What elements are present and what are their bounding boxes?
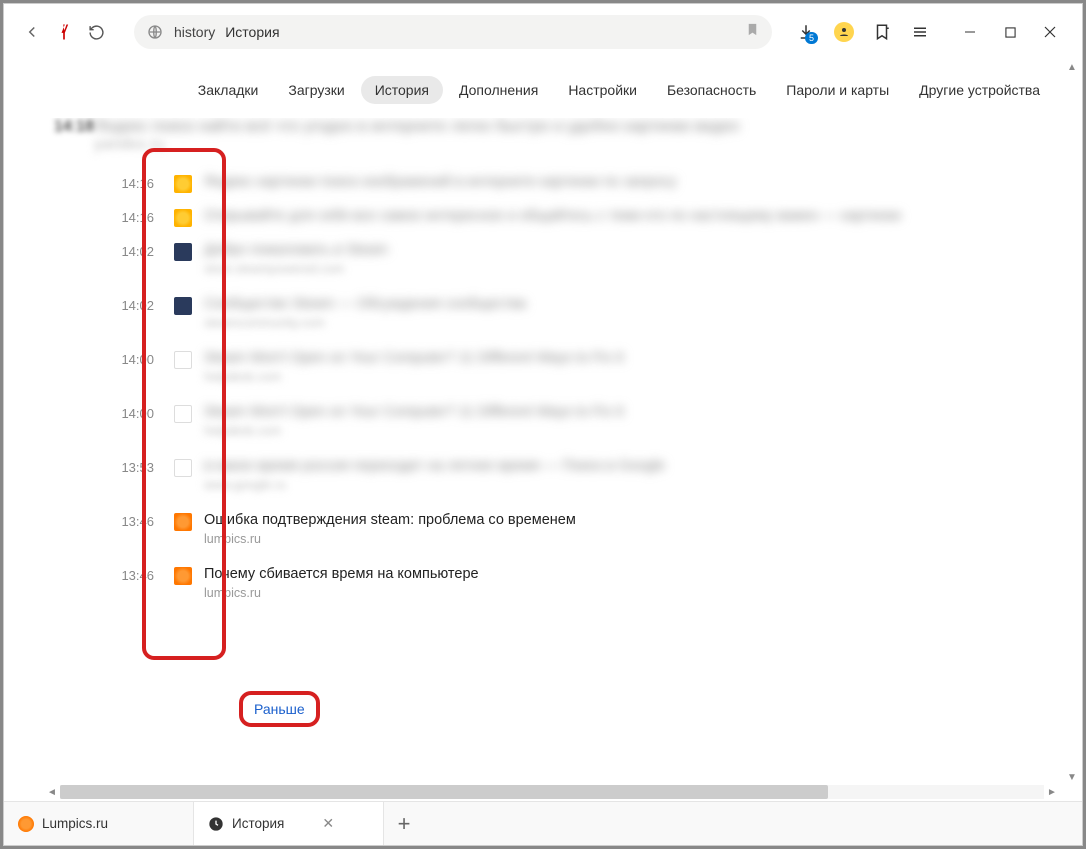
history-title[interactable]: Добро пожаловать в Steam [204,242,1082,258]
browser-tab[interactable]: Lumpics.ru [4,802,194,845]
reload-button[interactable] [80,16,112,48]
downloads-button[interactable]: 5 [790,16,822,48]
settings-nav-tabs: ЗакладкиЗагрузкиИсторияДополненияНастрой… [4,70,1064,110]
favicon-icon [174,209,192,227]
nav-tab-Закладки[interactable]: Закладки [184,76,273,104]
favicon-icon [174,297,192,315]
history-domain: steamcommunity.com [204,316,1082,330]
nav-tab-Безопасность[interactable]: Безопасность [653,76,770,104]
sidebar-button[interactable] [866,16,898,48]
history-domain: helpdesk.com [204,424,1082,438]
history-title[interactable]: Steam Won't Open on Your Computer? 11 Di… [204,350,1082,366]
nav-tab-Настройки[interactable]: Настройки [554,76,651,104]
history-time: 14:02 [54,296,174,313]
bookmark-icon[interactable] [745,22,760,42]
nav-tab-Дополнения[interactable]: Дополнения [445,76,552,104]
history-time: 13:46 [54,512,174,529]
favicon-icon [174,513,192,531]
history-title[interactable]: Яндекс картинки поиск изображений в инте… [204,174,1082,190]
address-bar[interactable]: history История [134,15,772,49]
history-row: 14:02 Сообщество Steam — Обсуждения сообщ… [4,286,1082,340]
close-button[interactable] [1030,16,1070,48]
history-time: 14:18 [54,118,94,136]
browser-toolbar: history История 5 [4,4,1082,60]
scrollbar-track[interactable] [60,785,1044,799]
history-time: 13:53 [54,458,174,475]
nav-tab-Загрузки[interactable]: Загрузки [274,76,358,104]
history-title[interactable]: Ошибка подтверждения steam: проблема со … [204,512,1082,528]
history-time: 13:46 [54,566,174,583]
history-title[interactable]: Яндекс поиск найти всё что угодно в инте… [94,118,739,136]
history-time: 14:00 [54,404,174,421]
favicon-icon [174,243,192,261]
history-time: 14:00 [54,350,174,367]
earlier-link[interactable]: Раньше [248,699,311,719]
profile-button[interactable] [828,16,860,48]
history-row: 14:02 Добро пожаловать в Steam store.steam… [4,232,1082,286]
history-domain: lumpics.ru [204,532,1082,546]
history-row: 13:46 Почему сбивается время на компьютер… [4,556,1082,610]
vertical-scrollbar[interactable]: ▲ ▼ [1064,62,1080,783]
tab-label: Lumpics.ru [42,816,108,831]
browser-tab[interactable]: История ✕ [194,802,384,845]
history-title[interactable]: в какое время россия переходит на летнее… [204,458,1082,474]
url-title: История [225,24,279,40]
favicon-icon [174,351,192,369]
favicon-icon [174,175,192,193]
menu-button[interactable] [904,16,936,48]
history-time: 14:16 [54,208,174,225]
scrollbar-thumb[interactable] [60,785,828,799]
history-domain: www.google.ru [204,478,1082,492]
scroll-left-icon[interactable]: ◄ [44,784,60,800]
favicon-icon [18,816,34,832]
url-host: history [174,24,215,40]
back-button[interactable] [16,16,48,48]
nav-tab-Другие устройства[interactable]: Другие устройства [905,76,1054,104]
history-row: 14:00 Steam Won't Open on Your Computer? … [4,394,1082,448]
history-title[interactable]: Почему сбивается время на компьютере [204,566,1082,582]
favicon-icon [174,459,192,477]
tab-close-icon[interactable]: ✕ [322,815,334,832]
browser-tabs: Lumpics.ru История ✕ + [4,801,1082,845]
history-row: 13:53 в какое время россия переходит на л… [4,448,1082,502]
highlight-box-earlier: Раньше [239,691,320,727]
yandex-logo-icon[interactable] [52,20,76,44]
tab-label: История [232,816,284,831]
nav-tab-Пароли и карты[interactable]: Пароли и карты [772,76,903,104]
history-row: 13:46 Ошибка подтверждения steam: проблем… [4,502,1082,556]
profile-avatar-icon [834,22,854,42]
history-row: 14:00 Steam Won't Open on Your Computer? … [4,340,1082,394]
history-content: 14:18 Яндекс поиск найти всё что угодно … [4,118,1082,768]
favicon-icon [174,405,192,423]
nav-tab-История[interactable]: История [361,76,443,104]
history-domain: helpdesk.com [204,370,1082,384]
history-domain: lumpics.ru [204,586,1082,600]
minimize-button[interactable] [950,16,990,48]
history-time: 14:16 [54,174,174,191]
downloads-badge: 5 [805,32,818,44]
site-info-icon [146,23,164,41]
maximize-button[interactable] [990,16,1030,48]
clock-icon [208,816,224,832]
history-title[interactable]: Открывайте для себя все самое интересное… [204,208,1082,224]
history-domain: store.steampowered.com [204,262,1082,276]
history-time: 14:02 [54,242,174,259]
history-row: 14:16 Открывайте для себя все самое интер… [4,198,1082,232]
favicon-icon [174,567,192,585]
scroll-right-icon[interactable]: ► [1044,784,1060,800]
horizontal-scrollbar[interactable]: ◄ ► [44,784,1060,800]
history-domain: yandex.ru [94,136,739,154]
scroll-down-icon[interactable]: ▼ [1064,772,1080,783]
history-row: 14:16 Яндекс картинки поиск изображений в… [4,164,1082,198]
history-title[interactable]: Сообщество Steam — Обсуждения сообщества [204,296,1082,312]
history-title[interactable]: Steam Won't Open on Your Computer? 11 Di… [204,404,1082,420]
new-tab-button[interactable]: + [384,811,424,837]
